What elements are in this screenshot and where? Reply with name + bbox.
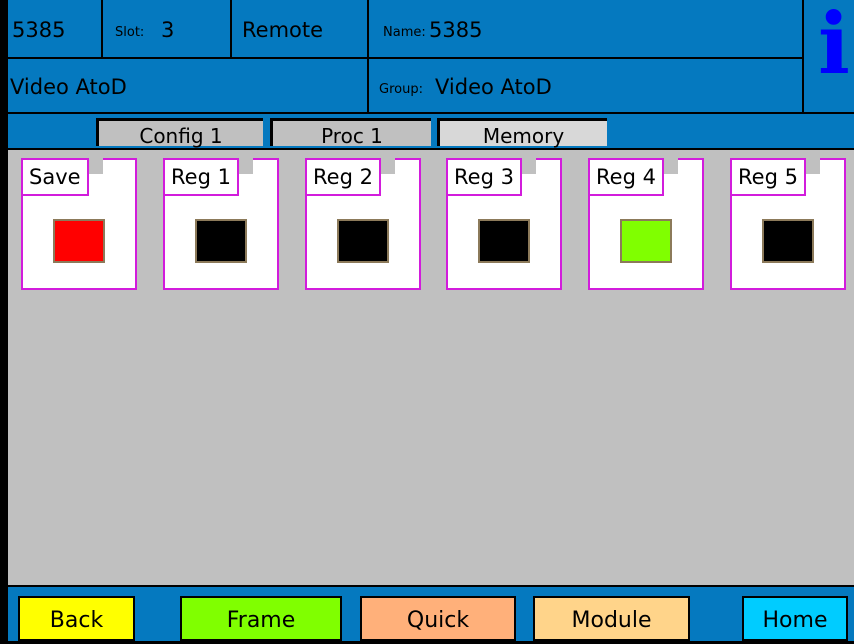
mode-cell: Remote bbox=[232, 0, 367, 57]
register-reg-4[interactable]: Reg 4 bbox=[588, 158, 704, 290]
quick-button[interactable]: Quick bbox=[360, 596, 516, 641]
module-button[interactable]: Module bbox=[533, 596, 690, 641]
register-label: Reg 3 bbox=[446, 158, 536, 196]
tab-config-1[interactable]: Config 1 bbox=[96, 118, 263, 148]
register-indicator bbox=[620, 219, 672, 263]
info-icon: i bbox=[818, 0, 850, 93]
slot-value: 3 bbox=[161, 18, 175, 42]
group-value: Video AtoD bbox=[435, 75, 552, 99]
group-cell: Group: Video AtoD bbox=[369, 59, 802, 112]
register-indicator bbox=[478, 219, 530, 263]
register-label: Reg 2 bbox=[305, 158, 395, 196]
memory-panel: Save Reg 1 Reg 2 Reg 3 Reg 4 Reg 5 bbox=[8, 150, 854, 585]
tab-memory[interactable]: Memory bbox=[437, 118, 607, 148]
card-id-cell: 5385 bbox=[8, 0, 101, 57]
slot-label: Slot: bbox=[115, 25, 145, 40]
home-button[interactable]: Home bbox=[742, 596, 848, 641]
card-control-screen: 5385 Slot: 3 Remote Name: 5385 Video Ato… bbox=[8, 0, 854, 641]
register-indicator bbox=[53, 219, 105, 263]
footer-bar: Back Frame Quick Module Home bbox=[8, 587, 854, 641]
register-label: Save bbox=[21, 158, 103, 196]
register-indicator bbox=[762, 219, 814, 263]
register-reg-1[interactable]: Reg 1 bbox=[163, 158, 279, 290]
register-label: Reg 1 bbox=[163, 158, 253, 196]
mode-status: Remote bbox=[242, 18, 324, 42]
back-button[interactable]: Back bbox=[18, 596, 135, 641]
function-name: Video AtoD bbox=[10, 75, 127, 99]
info-button[interactable]: i bbox=[804, 0, 854, 112]
register-indicator bbox=[195, 219, 247, 263]
frame-button[interactable]: Frame bbox=[180, 596, 342, 641]
register-save[interactable]: Save bbox=[21, 158, 137, 290]
card-id: 5385 bbox=[12, 18, 66, 42]
tab-proc-1[interactable]: Proc 1 bbox=[270, 118, 431, 148]
group-label: Group: bbox=[379, 82, 423, 97]
register-reg-5[interactable]: Reg 5 bbox=[730, 158, 846, 290]
name-label: Name: bbox=[383, 25, 426, 40]
register-label: Reg 5 bbox=[730, 158, 820, 196]
name-value: 5385 bbox=[429, 18, 483, 42]
function-cell: Video AtoD bbox=[8, 59, 367, 112]
name-cell: Name: 5385 bbox=[369, 0, 802, 57]
register-reg-3[interactable]: Reg 3 bbox=[446, 158, 562, 290]
register-reg-2[interactable]: Reg 2 bbox=[305, 158, 421, 290]
register-label: Reg 4 bbox=[588, 158, 678, 196]
register-indicator bbox=[337, 219, 389, 263]
slot-cell: Slot: 3 bbox=[103, 0, 230, 57]
tab-strip: Config 1 Proc 1 Memory bbox=[8, 114, 854, 148]
